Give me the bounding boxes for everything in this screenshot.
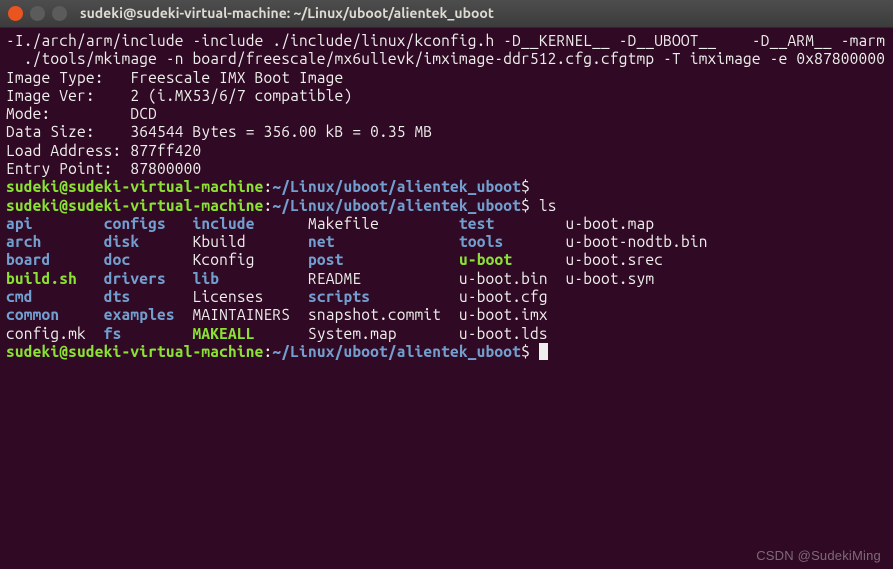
ls-file: Kbuild — [193, 233, 308, 250]
ls-dir: board — [6, 251, 50, 268]
ls-file: u-boot.srec — [566, 251, 726, 268]
info-line: Entry Point: 87800000 — [6, 160, 201, 177]
ls-file: u-boot.map — [566, 215, 726, 232]
watermark: CSDN @SudekiMing — [756, 548, 881, 563]
ls-exec: MAKEALL — [193, 325, 255, 342]
info-line: Load Address: 877ff420 — [6, 142, 201, 159]
close-icon[interactable] — [8, 6, 23, 21]
ls-file: MAINTAINERS — [193, 306, 308, 323]
ls-file: Makefile — [308, 215, 459, 232]
ls-file — [565, 325, 725, 342]
prompt-user: sudeki@sudeki-virtual-machine — [6, 343, 264, 360]
info-line: Mode: DCD — [6, 105, 157, 122]
info-line: Data Size: 364544 Bytes = 356.00 kB = 0.… — [6, 123, 432, 140]
ls-file: config.mk — [6, 325, 104, 342]
ls-file: u-boot.lds — [459, 325, 566, 342]
ls-file: u-boot.bin — [459, 270, 566, 287]
command-ls: ls — [530, 197, 557, 214]
ls-dir: arch — [6, 233, 42, 250]
prompt-dollar: $ — [521, 178, 530, 195]
ls-dir: fs — [104, 325, 122, 342]
ls-file — [565, 306, 725, 323]
ls-dir: lib — [193, 270, 220, 287]
ls-dir: post — [308, 251, 344, 268]
minimize-icon[interactable] — [30, 6, 45, 21]
ls-exec: build.sh — [6, 270, 77, 287]
terminal[interactable]: -I./arch/arm/include -include ./include/… — [0, 28, 893, 569]
ls-dir: doc — [104, 251, 131, 268]
ls-file: u-boot.sym — [565, 270, 725, 287]
ls-file — [566, 288, 726, 305]
ls-file: Licenses — [193, 288, 308, 305]
ls-dir: net — [308, 233, 335, 250]
prompt-user: sudeki@sudeki-virtual-machine — [6, 178, 264, 195]
ls-dir: test — [459, 215, 495, 232]
ls-dir: drivers — [104, 270, 166, 287]
cursor — [539, 343, 548, 360]
prompt-dollar: $ — [521, 343, 530, 360]
ls-dir: examples — [104, 306, 175, 323]
ls-dir: dts — [104, 288, 131, 305]
prompt-path: ~/Linux/uboot/alientek_uboot — [272, 197, 521, 214]
ls-dir: api — [6, 215, 33, 232]
ls-file: System.map — [308, 325, 459, 342]
prompt-dollar: $ — [521, 197, 530, 214]
prompt-path: ~/Linux/uboot/alientek_uboot — [272, 178, 521, 195]
titlebar: sudeki@sudeki-virtual-machine: ~/Linux/u… — [0, 0, 893, 28]
ls-dir: common — [6, 306, 59, 323]
ls-dir: tools — [459, 233, 503, 250]
ls-file: snapshot.commit — [308, 306, 459, 323]
ls-file: Kconfig — [193, 251, 308, 268]
ls-exec: u-boot — [459, 251, 512, 268]
ls-dir: scripts — [308, 288, 370, 305]
window-title: sudeki@sudeki-virtual-machine: ~/Linux/u… — [80, 5, 494, 22]
ls-output: api configs include Makefile test u-boot… — [6, 215, 725, 342]
ls-file: u-boot-nodtb.bin — [566, 233, 726, 250]
ls-file: u-boot.cfg — [459, 288, 566, 305]
info-line: Image Type: Freescale IMX Boot Image — [6, 69, 343, 86]
ls-file: README — [308, 270, 459, 287]
ls-dir: configs — [104, 215, 166, 232]
ls-file: u-boot.imx — [459, 306, 566, 323]
ls-dir: include — [193, 215, 255, 232]
ls-dir: cmd — [6, 288, 33, 305]
info-line: Image Ver: 2 (i.MX53/6/7 compatible) — [6, 87, 352, 104]
prompt-path: ~/Linux/uboot/alientek_uboot — [272, 343, 521, 360]
maximize-icon[interactable] — [52, 6, 67, 21]
ls-dir: disk — [104, 233, 140, 250]
mkimage-output: ./tools/mkimage -n board/freescale/mx6ul… — [6, 50, 893, 67]
compile-output: -I./arch/arm/include -include ./include/… — [6, 32, 893, 49]
prompt-user: sudeki@sudeki-virtual-machine — [6, 197, 264, 214]
